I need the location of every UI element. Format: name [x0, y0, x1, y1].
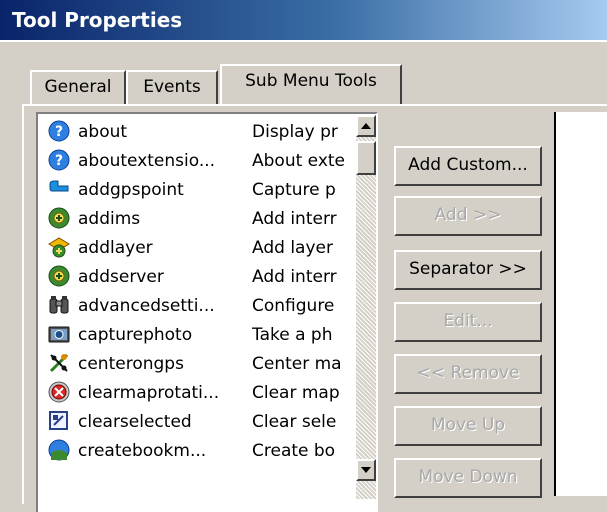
svg-text:?: ? [55, 153, 63, 169]
item-name: capturephoto [78, 325, 193, 345]
item-description: Add interr [252, 267, 337, 287]
scroll-up-button[interactable] [356, 115, 376, 137]
scroll-thumb[interactable] [356, 141, 376, 175]
preview-panel [554, 112, 607, 496]
arrow-down-icon [361, 467, 371, 473]
add-custom-button[interactable]: Add Custom... [394, 146, 542, 186]
item-name: addserver [78, 267, 164, 287]
item-name: advancedsetti... [78, 296, 215, 316]
help-icon: ? [48, 120, 70, 142]
help-icon: ? [48, 149, 70, 171]
camera-icon [48, 326, 70, 343]
item-description: Create bo [252, 441, 336, 461]
remove-label: << Remove [416, 363, 520, 383]
clear-selected-icon [49, 411, 68, 430]
add-layer-icon [48, 237, 70, 258]
item-name: addgpspoint [78, 180, 184, 200]
list-item[interactable]: clearmaprotati... Clear map [42, 379, 362, 408]
tab-events-label: Events [143, 77, 201, 97]
tab-events[interactable]: Events [126, 70, 218, 104]
move-up-button[interactable]: Move Up [394, 406, 542, 446]
move-down-button[interactable]: Move Down [394, 458, 542, 498]
binoculars-icon [49, 296, 69, 314]
arrow-up-icon [361, 123, 371, 129]
item-description: Center ma [252, 354, 342, 374]
item-description: Display pr [252, 122, 338, 142]
edit-button[interactable]: Edit... [394, 302, 542, 342]
title-bar: Tool Properties [0, 0, 607, 40]
item-description: Capture p [252, 180, 336, 200]
bookmark-icon [48, 439, 70, 461]
list-item[interactable]: clearselected Clear sele [42, 408, 362, 437]
item-name: aboutextensio... [78, 151, 216, 171]
add-server-icon [48, 265, 70, 287]
item-name: addlayer [78, 238, 153, 258]
move-down-label: Move Down [418, 467, 518, 487]
list-item[interactable]: addserver Add interr [42, 263, 362, 292]
tab-general[interactable]: General [30, 70, 126, 104]
list-item[interactable]: capturephoto Take a ph [42, 321, 362, 350]
item-description: Configure [252, 296, 335, 316]
item-description: About exte [252, 151, 346, 171]
item-description: Take a ph [252, 325, 333, 345]
list-item[interactable]: ? aboutextensio... About exte [42, 147, 362, 176]
remove-button[interactable]: << Remove [394, 354, 542, 394]
list-item[interactable]: advancedsetti... Configure [42, 292, 362, 321]
svg-text:?: ? [55, 124, 63, 140]
add-ims-icon [48, 207, 70, 229]
tab-sub-menu-tools[interactable]: Sub Menu Tools [220, 64, 402, 104]
item-description: Add layer [252, 238, 333, 258]
item-description: Clear map [252, 383, 340, 403]
center-gps-icon [49, 353, 69, 373]
window-title: Tool Properties [12, 8, 183, 32]
list-item[interactable]: centerongps Center ma [42, 350, 362, 379]
item-name: about [78, 122, 128, 142]
edit-label: Edit... [443, 311, 493, 331]
clear-rotation-icon [48, 381, 70, 403]
item-name: addims [78, 209, 141, 229]
add-custom-label: Add Custom... [408, 155, 528, 175]
item-description: Add interr [252, 209, 337, 229]
item-name: centerongps [78, 354, 184, 374]
item-name: createbookm... [78, 441, 207, 461]
list-item[interactable]: addgpspoint Capture p [42, 176, 362, 205]
list-item[interactable]: createbookm... Create bo [42, 437, 362, 466]
list-item[interactable]: ? about Display pr [42, 118, 362, 147]
add-label: Add >> [434, 205, 502, 225]
tab-general-label: General [44, 77, 112, 97]
tools-listbox[interactable]: ? about Display pr ? aboutextensio... Ab… [36, 112, 378, 512]
separator-button[interactable]: Separator >> [394, 250, 542, 290]
item-name: clearselected [78, 412, 192, 432]
list-vertical-scrollbar[interactable] [356, 115, 376, 499]
scroll-down-button[interactable] [356, 459, 376, 481]
tab-sub-menu-tools-label: Sub Menu Tools [245, 71, 377, 91]
item-name: clearmaprotati... [78, 383, 220, 403]
list-item[interactable]: addims Add interr [42, 205, 362, 234]
gps-point-icon [49, 180, 69, 192]
separator-label: Separator >> [409, 259, 527, 279]
list-item[interactable]: addlayer Add layer [42, 234, 362, 263]
item-description: Clear sele [252, 412, 337, 432]
move-up-label: Move Up [430, 415, 506, 435]
add-button[interactable]: Add >> [394, 196, 542, 236]
